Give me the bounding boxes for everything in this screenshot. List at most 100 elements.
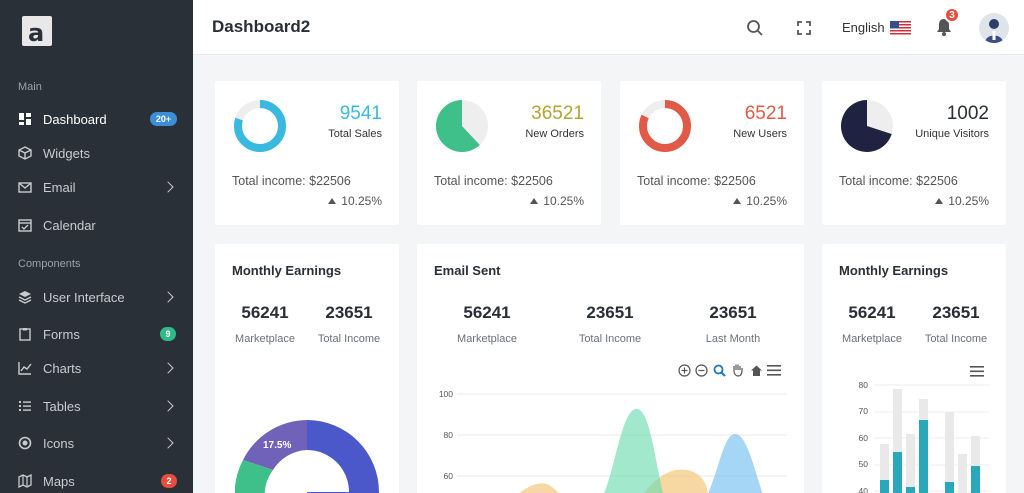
stat-card-new-users: 6521 New Users Total income: $22506 10.2…: [620, 81, 804, 225]
arrow-up-icon: [328, 198, 337, 204]
panel-title: Monthly Earnings: [839, 263, 949, 278]
sidebar-item-email[interactable]: Email: [0, 172, 193, 202]
stat-label: New Users: [733, 128, 787, 140]
sidebar-item-maps[interactable]: Maps 2: [0, 466, 193, 493]
sidebar-item-user-interface[interactable]: User Interface: [0, 282, 193, 312]
fullscreen-icon[interactable]: [797, 21, 811, 35]
monthly-earnings-bar-panel: Monthly Earnings 56241 Marketplace 23651…: [822, 244, 1006, 493]
bar: [893, 452, 902, 493]
list-icon: [19, 401, 31, 411]
app-logo[interactable]: a: [22, 16, 52, 47]
stat-label: New Orders: [525, 128, 584, 140]
area-series: [604, 408, 664, 493]
sidebar-item-label: Widgets: [43, 145, 90, 161]
metric-label: Total Income: [317, 333, 381, 345]
zoom-in-icon[interactable]: [678, 364, 691, 377]
sidebar-item-label: Calendar: [43, 217, 96, 233]
bar-background: [906, 434, 915, 493]
progress-ring-chart: [234, 100, 286, 152]
forms-badge: 9: [160, 327, 176, 341]
stat-card-total-sales: 9541 Total Sales Total income: $22506 10…: [215, 81, 399, 225]
pie-chart: [436, 100, 488, 152]
sidebar-item-label: Charts: [43, 360, 82, 376]
stat-card-new-orders: 36521 New Orders Total income: $22506 10…: [417, 81, 601, 225]
metric-value: 56241: [463, 303, 511, 322]
earnings-donut-chart: 17.5%: [235, 420, 379, 493]
sidebar-item-dashboard[interactable]: Dashboard 20+: [0, 104, 193, 134]
chevron-right-icon: [162, 291, 174, 303]
sidebar-item-label: Icons: [43, 435, 75, 451]
stat-change-value: 10.25%: [543, 194, 584, 208]
sidebar-item-charts[interactable]: Charts: [0, 353, 193, 383]
sidebar-item-label: Dashboard: [43, 111, 107, 127]
maps-badge: 2: [161, 474, 177, 488]
stat-change-value: 10.25%: [746, 194, 787, 208]
bar-background: [958, 454, 967, 493]
y-tick-label: 60: [858, 433, 868, 443]
stat-card-unique-visitors: 1002 Unique Visitors Total income: $2250…: [822, 81, 1006, 225]
search-icon[interactable]: [746, 19, 764, 37]
stat-value: 36521: [531, 103, 584, 124]
dashboard-badge: 20+: [150, 112, 177, 126]
dashboard-icon: [19, 113, 31, 125]
logo-letter: a: [28, 19, 45, 47]
stat-change: 10.25%: [935, 194, 989, 208]
chevron-right-icon: [162, 437, 174, 449]
chevron-right-icon: [162, 181, 174, 193]
chart-menu-icon[interactable]: [767, 365, 781, 376]
bar: [919, 420, 928, 493]
stat-income: Total income: $22506: [232, 174, 351, 188]
stat-change: 10.25%: [733, 194, 787, 208]
sidebar-item-label: Forms: [43, 326, 80, 342]
selection-zoom-icon[interactable]: [713, 364, 726, 377]
y-tick-label: 80: [443, 430, 453, 440]
sidebar-item-label: Maps: [43, 473, 75, 489]
area-series: [708, 434, 763, 493]
clipboard-icon: [19, 328, 31, 341]
earnings-bar-chart: [874, 384, 989, 493]
area-series: [519, 483, 559, 493]
record-icon: [18, 436, 32, 450]
zoom-out-icon[interactable]: [695, 364, 708, 377]
email-sent-panel: Email Sent 56241 Marketplace 23651 Total…: [417, 244, 804, 493]
bar-background: [945, 412, 954, 493]
panel-title: Email Sent: [434, 263, 501, 278]
stat-change-value: 10.25%: [948, 194, 989, 208]
y-tick-label: 60: [443, 471, 453, 481]
us-flag-icon[interactable]: [890, 21, 911, 35]
bar: [906, 487, 915, 493]
section-label-main: Main: [18, 81, 42, 93]
y-tick-label: 100: [438, 389, 453, 399]
stat-income: Total income: $22506: [637, 174, 756, 188]
page-title: Dashboard2: [212, 17, 311, 36]
metric-label: Marketplace: [235, 333, 295, 345]
bar: [880, 480, 889, 493]
stat-value: 9541: [339, 103, 382, 124]
home-reset-icon[interactable]: [750, 364, 763, 377]
sidebar-item-label: Email: [43, 179, 76, 195]
sidebar-item-widgets[interactable]: Widgets: [0, 138, 193, 168]
stat-change: 10.25%: [530, 194, 584, 208]
sidebar-item-icons[interactable]: Icons: [0, 428, 193, 458]
donut-percent-label: 17.5%: [263, 440, 291, 451]
language-selector[interactable]: English: [842, 20, 885, 35]
chevron-right-icon: [162, 400, 174, 412]
metric-label: Last Month: [705, 333, 761, 345]
section-label-components: Components: [18, 258, 81, 270]
bar: [945, 482, 954, 493]
stat-change-value: 10.25%: [341, 194, 382, 208]
top-header: Dashboard2 English 3: [193, 0, 1024, 55]
metric-label: Total Income: [578, 333, 642, 345]
stat-value: 6521: [744, 103, 787, 124]
metric-value: 23651: [932, 303, 980, 322]
user-avatar[interactable]: [979, 13, 1009, 43]
stat-value: 1002: [946, 103, 989, 124]
sidebar-item-tables[interactable]: Tables: [0, 391, 193, 421]
sidebar-item-forms[interactable]: Forms 9: [0, 319, 193, 349]
pan-hand-icon[interactable]: [731, 363, 744, 377]
metric-label: Marketplace: [842, 333, 902, 345]
sidebar-item-calendar[interactable]: Calendar: [0, 210, 193, 240]
y-tick-label: 70: [858, 406, 868, 416]
arrow-up-icon: [530, 198, 539, 204]
arrow-up-icon: [935, 198, 944, 204]
